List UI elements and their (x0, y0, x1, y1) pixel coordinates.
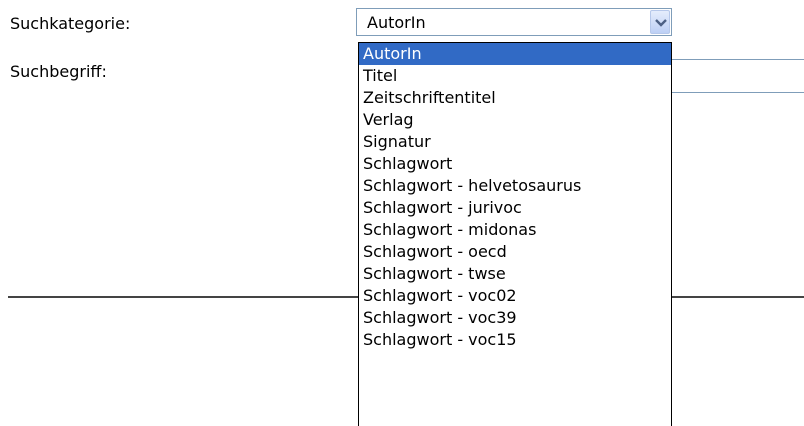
dropdown-option[interactable]: Schlagwort - helvetosaurus (359, 175, 671, 197)
search-category-label: Suchkategorie: (10, 14, 131, 33)
dropdown-option[interactable]: Schlagwort (359, 153, 671, 175)
search-category-select[interactable]: AutorIn (356, 8, 672, 36)
dropdown-option[interactable]: Schlagwort - voc39 (359, 307, 671, 329)
dropdown-option[interactable]: Verlag (359, 109, 671, 131)
divider-right (672, 296, 804, 298)
dropdown-option[interactable]: Titel (359, 65, 671, 87)
dropdown-option[interactable]: Schlagwort - voc15 (359, 329, 671, 351)
dropdown-option[interactable]: Zeitschriftentitel (359, 87, 671, 109)
dropdown-option[interactable]: AutorIn (359, 43, 671, 65)
search-category-dropdown-list: AutorIn Titel Zeitschriftentitel Verlag Sign… (358, 42, 672, 426)
dropdown-option[interactable]: Schlagwort - oecd (359, 241, 671, 263)
dropdown-option[interactable]: Schlagwort - jurivoc (359, 197, 671, 219)
dropdown-option[interactable]: Schlagwort - twse (359, 263, 671, 285)
divider-left (8, 296, 358, 298)
dropdown-toggle-button[interactable] (650, 10, 670, 34)
dropdown-option[interactable]: Schlagwort - midonas (359, 219, 671, 241)
dropdown-option[interactable]: Schlagwort - voc02 (359, 285, 671, 307)
search-form: Suchkategorie: Suchbegriff: AutorIn Auto… (0, 0, 804, 426)
search-term-input[interactable] (672, 59, 804, 93)
search-term-label: Suchbegriff: (10, 62, 107, 81)
chevron-down-icon (655, 19, 667, 27)
dropdown-option[interactable]: Signatur (359, 131, 671, 153)
search-category-value: AutorIn (367, 13, 426, 32)
